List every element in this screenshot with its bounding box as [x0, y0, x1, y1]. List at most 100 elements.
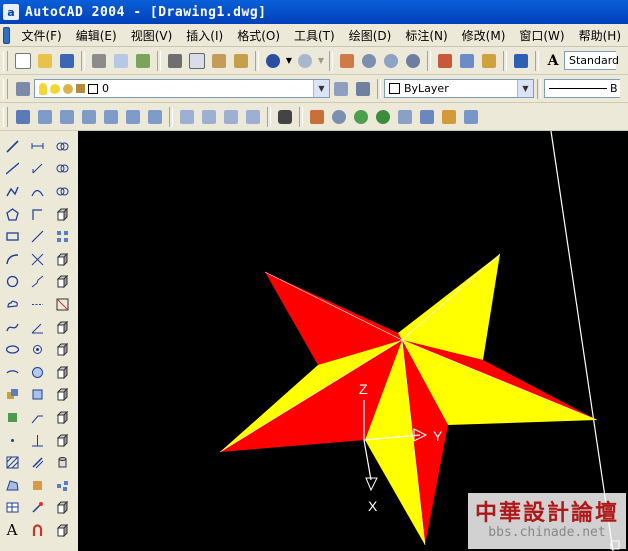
paste-button[interactable]	[208, 50, 230, 72]
continue-dimension-button[interactable]	[26, 384, 48, 407]
front-clip-button[interactable]	[460, 106, 482, 128]
arc-button[interactable]	[1, 248, 23, 271]
se-isometric-button[interactable]	[198, 106, 220, 128]
tolerance-button[interactable]	[26, 429, 48, 452]
trim-button[interactable]	[51, 338, 73, 361]
menu-edit[interactable]: 编辑(E)	[69, 27, 124, 44]
chevron-down-icon[interactable]: ▼	[517, 80, 533, 97]
toolbar-grip[interactable]	[3, 106, 8, 127]
right-view-button[interactable]	[100, 106, 122, 128]
ordinate-dimension-button[interactable]	[26, 203, 48, 226]
explode-button[interactable]	[51, 474, 73, 497]
menu-format[interactable]: 格式(O)	[230, 27, 287, 44]
design-center-button[interactable]	[456, 50, 478, 72]
3d-zoom-button[interactable]	[328, 106, 350, 128]
join-button[interactable]	[51, 406, 73, 429]
save-button[interactable]	[56, 50, 78, 72]
tool-palettes-button[interactable]	[478, 50, 500, 72]
front-view-button[interactable]	[122, 106, 144, 128]
chamfer-button[interactable]	[51, 429, 73, 452]
diameter-dimension-button[interactable]	[26, 248, 48, 271]
dimension-update-button[interactable]	[26, 519, 48, 542]
baseline-dimension-button[interactable]	[26, 361, 48, 384]
layer-previous-button[interactable]	[352, 78, 374, 100]
3d-pan-button[interactable]	[306, 106, 328, 128]
title-bar[interactable]: a AutoCAD 2004 - [Drawing1.dwg]	[0, 0, 628, 24]
color-combo[interactable]: ByLayer ▼	[384, 79, 534, 98]
zoom-window-button[interactable]	[380, 50, 402, 72]
properties-button[interactable]	[434, 50, 456, 72]
jogged-dimension-button[interactable]	[26, 271, 48, 294]
left-view-button[interactable]	[78, 106, 100, 128]
back-view-button[interactable]	[144, 106, 166, 128]
menu-draw[interactable]: 绘图(D)	[342, 27, 399, 44]
make-block-button[interactable]	[1, 406, 23, 429]
print-button[interactable]	[88, 50, 110, 72]
point-button[interactable]	[1, 429, 23, 452]
pan-button[interactable]	[336, 50, 358, 72]
rectangle-button[interactable]	[1, 225, 23, 248]
array-button[interactable]	[51, 225, 73, 248]
document-icon[interactable]	[3, 26, 11, 44]
menu-window[interactable]: 窗口(W)	[512, 27, 571, 44]
publish-button[interactable]	[132, 50, 154, 72]
chevron-down-icon[interactable]: ▼	[313, 80, 329, 97]
menu-tools[interactable]: 工具(T)	[287, 27, 342, 44]
region-button[interactable]	[1, 474, 23, 497]
rotate-button[interactable]	[51, 271, 73, 294]
line-button[interactable]	[1, 135, 23, 158]
break-button[interactable]	[51, 384, 73, 407]
ellipse-arc-button[interactable]	[1, 361, 23, 384]
ellipse-button[interactable]	[1, 338, 23, 361]
ne-isometric-button[interactable]	[220, 106, 242, 128]
stretch-button[interactable]	[51, 316, 73, 339]
fillet-button[interactable]	[51, 451, 73, 474]
polyline-button[interactable]	[1, 180, 23, 203]
bottom-view-button[interactable]	[56, 106, 78, 128]
cut-button[interactable]	[164, 50, 186, 72]
named-views-button[interactable]	[12, 106, 34, 128]
revision-cloud-button[interactable]	[1, 293, 23, 316]
solid-edit-button[interactable]	[51, 497, 73, 520]
mtext-button[interactable]: A	[1, 519, 23, 542]
slice-button[interactable]	[51, 519, 73, 542]
center-mark-button[interactable]	[26, 451, 48, 474]
drawing-viewport[interactable]: Z Y X	[78, 131, 628, 551]
nw-isometric-button[interactable]	[242, 106, 264, 128]
insert-block-button[interactable]	[1, 384, 23, 407]
zoom-realtime-button[interactable]	[358, 50, 380, 72]
quick-dimension-button[interactable]	[26, 338, 48, 361]
layer-manager-button[interactable]	[12, 78, 34, 100]
circle-button[interactable]	[1, 271, 23, 294]
angular-dimension-button[interactable]	[26, 316, 48, 339]
dashed-line-button[interactable]	[26, 293, 48, 316]
scale-button[interactable]	[51, 293, 73, 316]
menu-help[interactable]: 帮助(H)	[572, 27, 628, 44]
toolbar-grip[interactable]	[3, 78, 8, 99]
spline-button[interactable]	[1, 316, 23, 339]
menu-modify[interactable]: 修改(M)	[455, 27, 513, 44]
zoom-previous-button[interactable]	[402, 50, 424, 72]
arc-length-button[interactable]	[26, 180, 48, 203]
undo-dropdown[interactable]: ▼	[284, 50, 294, 72]
hatch-button[interactable]	[1, 451, 23, 474]
text-style-combo[interactable]: Standard	[564, 51, 619, 70]
print-preview-button[interactable]	[110, 50, 132, 72]
table-button[interactable]	[1, 497, 23, 520]
linetype-combo[interactable]: ByLayer	[544, 79, 620, 98]
3d-continuous-orbit-button[interactable]	[372, 106, 394, 128]
toolbar-grip[interactable]	[3, 50, 8, 71]
menu-file[interactable]: 文件(F)	[14, 27, 68, 44]
erase-button[interactable]	[51, 135, 73, 158]
dimension-edit-button[interactable]	[26, 474, 48, 497]
open-button[interactable]	[34, 50, 56, 72]
offset-button[interactable]	[51, 203, 73, 226]
polygon-button[interactable]	[1, 203, 23, 226]
3d-distance-button[interactable]	[416, 106, 438, 128]
make-object-layer-current-button[interactable]	[330, 78, 352, 100]
menu-insert[interactable]: 插入(I)	[179, 27, 230, 44]
camera-button[interactable]	[274, 106, 296, 128]
undo-button[interactable]	[262, 50, 284, 72]
dimension-text-edit-button[interactable]	[26, 497, 48, 520]
linear-dimension-button[interactable]	[26, 135, 48, 158]
